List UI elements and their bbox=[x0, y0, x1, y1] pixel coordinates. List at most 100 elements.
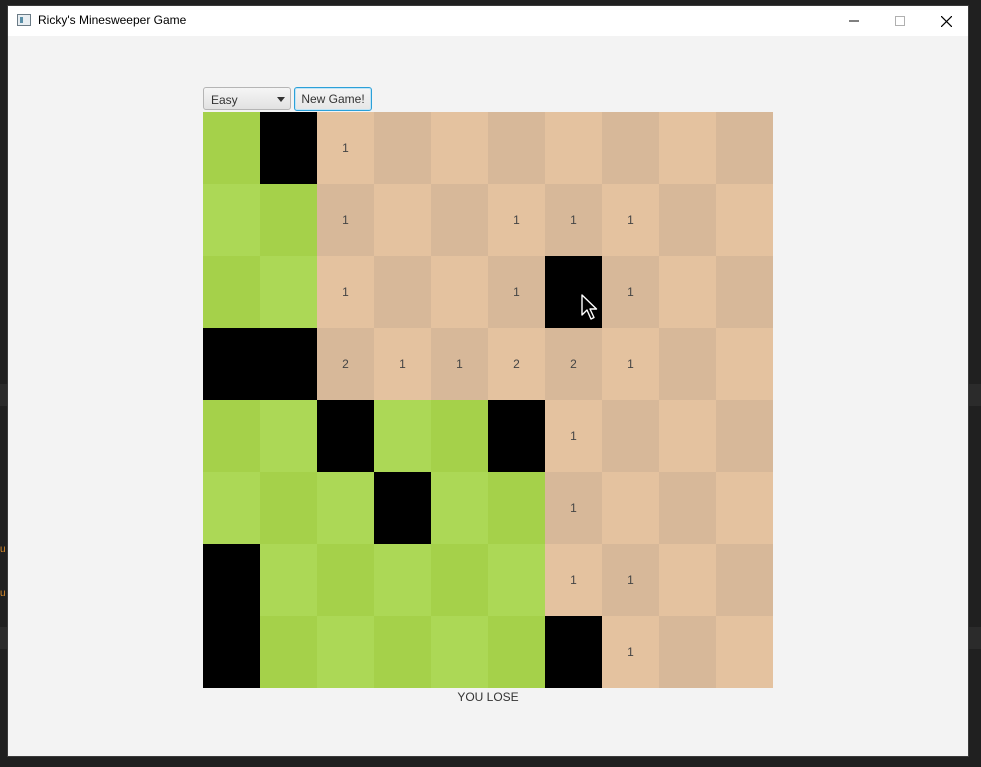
unrevealed-tile[interactable] bbox=[260, 544, 317, 616]
revealed-tile[interactable]: 1 bbox=[602, 328, 659, 400]
title-bar[interactable]: Ricky's Minesweeper Game bbox=[8, 6, 968, 36]
revealed-tile[interactable]: 1 bbox=[602, 616, 659, 688]
revealed-tile[interactable] bbox=[602, 400, 659, 472]
unrevealed-tile[interactable] bbox=[260, 184, 317, 256]
revealed-tile[interactable] bbox=[602, 472, 659, 544]
unrevealed-tile[interactable] bbox=[431, 472, 488, 544]
revealed-tile[interactable]: 1 bbox=[545, 184, 602, 256]
mine-tile[interactable] bbox=[260, 328, 317, 400]
minimize-button[interactable] bbox=[831, 6, 877, 36]
unrevealed-tile[interactable] bbox=[374, 400, 431, 472]
background-text-mark: u bbox=[0, 544, 6, 555]
revealed-tile[interactable]: 1 bbox=[602, 256, 659, 328]
revealed-tile[interactable] bbox=[659, 544, 716, 616]
revealed-tile[interactable] bbox=[659, 256, 716, 328]
mine-tile[interactable] bbox=[545, 616, 602, 688]
revealed-tile[interactable]: 1 bbox=[488, 256, 545, 328]
revealed-tile[interactable]: 1 bbox=[317, 184, 374, 256]
unrevealed-tile[interactable] bbox=[203, 400, 260, 472]
revealed-tile[interactable] bbox=[431, 184, 488, 256]
unrevealed-tile[interactable] bbox=[431, 616, 488, 688]
revealed-tile[interactable]: 2 bbox=[488, 328, 545, 400]
unrevealed-tile[interactable] bbox=[488, 616, 545, 688]
revealed-tile[interactable] bbox=[488, 112, 545, 184]
revealed-tile[interactable] bbox=[716, 112, 773, 184]
adjacent-mine-count: 1 bbox=[570, 213, 577, 227]
unrevealed-tile[interactable] bbox=[203, 472, 260, 544]
revealed-tile[interactable] bbox=[659, 472, 716, 544]
revealed-tile[interactable] bbox=[716, 256, 773, 328]
revealed-tile[interactable]: 1 bbox=[602, 184, 659, 256]
unrevealed-tile[interactable] bbox=[374, 544, 431, 616]
mine-tile[interactable] bbox=[488, 400, 545, 472]
revealed-tile[interactable]: 1 bbox=[545, 544, 602, 616]
adjacent-mine-count: 1 bbox=[570, 573, 577, 587]
revealed-tile[interactable] bbox=[716, 616, 773, 688]
mine-tile[interactable] bbox=[203, 616, 260, 688]
unrevealed-tile[interactable] bbox=[203, 256, 260, 328]
revealed-tile[interactable] bbox=[716, 400, 773, 472]
revealed-tile[interactable]: 1 bbox=[545, 400, 602, 472]
revealed-tile[interactable] bbox=[659, 616, 716, 688]
revealed-tile[interactable]: 1 bbox=[374, 328, 431, 400]
revealed-tile[interactable]: 2 bbox=[545, 328, 602, 400]
revealed-tile[interactable] bbox=[659, 112, 716, 184]
adjacent-mine-count: 1 bbox=[627, 213, 634, 227]
revealed-tile[interactable]: 2 bbox=[317, 328, 374, 400]
game-status-message: YOU LOSE bbox=[457, 690, 519, 704]
unrevealed-tile[interactable] bbox=[374, 616, 431, 688]
revealed-tile[interactable] bbox=[374, 112, 431, 184]
unrevealed-tile[interactable] bbox=[488, 472, 545, 544]
mine-tile[interactable] bbox=[374, 472, 431, 544]
adjacent-mine-count: 2 bbox=[342, 357, 349, 371]
unrevealed-tile[interactable] bbox=[260, 616, 317, 688]
adjacent-mine-count: 1 bbox=[627, 357, 634, 371]
window-title: Ricky's Minesweeper Game bbox=[38, 13, 187, 27]
new-game-button[interactable]: New Game! bbox=[294, 87, 372, 111]
revealed-tile[interactable] bbox=[431, 112, 488, 184]
adjacent-mine-count: 1 bbox=[342, 213, 349, 227]
revealed-tile[interactable]: 1 bbox=[602, 544, 659, 616]
revealed-tile[interactable] bbox=[374, 256, 431, 328]
unrevealed-tile[interactable] bbox=[203, 112, 260, 184]
revealed-tile[interactable] bbox=[716, 544, 773, 616]
revealed-tile[interactable] bbox=[545, 112, 602, 184]
mouse-pointer-icon bbox=[581, 294, 598, 320]
unrevealed-tile[interactable] bbox=[488, 544, 545, 616]
close-button[interactable] bbox=[923, 6, 969, 36]
unrevealed-tile[interactable] bbox=[260, 256, 317, 328]
revealed-tile[interactable] bbox=[716, 472, 773, 544]
revealed-tile[interactable]: 1 bbox=[431, 328, 488, 400]
revealed-tile[interactable] bbox=[374, 184, 431, 256]
unrevealed-tile[interactable] bbox=[431, 544, 488, 616]
revealed-tile[interactable]: 1 bbox=[317, 112, 374, 184]
unrevealed-tile[interactable] bbox=[260, 400, 317, 472]
unrevealed-tile[interactable] bbox=[317, 616, 374, 688]
adjacent-mine-count: 1 bbox=[399, 357, 406, 371]
mine-tile[interactable] bbox=[260, 112, 317, 184]
unrevealed-tile[interactable] bbox=[317, 472, 374, 544]
revealed-tile[interactable] bbox=[602, 112, 659, 184]
unrevealed-tile[interactable] bbox=[431, 400, 488, 472]
revealed-tile[interactable]: 1 bbox=[545, 472, 602, 544]
mine-tile[interactable] bbox=[203, 544, 260, 616]
revealed-tile[interactable]: 1 bbox=[317, 256, 374, 328]
maximize-button[interactable] bbox=[877, 6, 923, 36]
minimize-icon bbox=[849, 20, 859, 22]
unrevealed-tile[interactable] bbox=[260, 472, 317, 544]
revealed-tile[interactable] bbox=[716, 184, 773, 256]
mine-tile[interactable] bbox=[203, 328, 260, 400]
difficulty-dropdown[interactable]: Easy bbox=[203, 87, 291, 110]
unrevealed-tile[interactable] bbox=[317, 544, 374, 616]
revealed-tile[interactable]: 1 bbox=[488, 184, 545, 256]
unrevealed-tile[interactable] bbox=[203, 184, 260, 256]
revealed-tile[interactable] bbox=[659, 400, 716, 472]
revealed-tile[interactable] bbox=[431, 256, 488, 328]
revealed-tile[interactable] bbox=[659, 184, 716, 256]
adjacent-mine-count: 1 bbox=[570, 501, 577, 515]
revealed-tile[interactable] bbox=[659, 328, 716, 400]
revealed-tile[interactable] bbox=[716, 328, 773, 400]
mine-tile[interactable] bbox=[317, 400, 374, 472]
minesweeper-board: 1 1 1 1 1 1 1 1 2 1 1 2 2 1 1 1 1 1 1 bbox=[203, 112, 773, 688]
difficulty-selected-value: Easy bbox=[211, 93, 238, 107]
